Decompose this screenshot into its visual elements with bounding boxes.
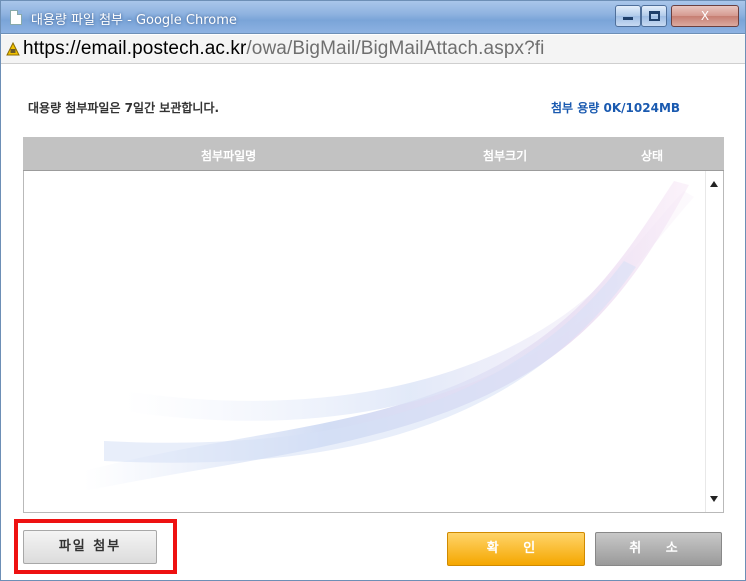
page-icon xyxy=(10,10,22,25)
maximize-icon xyxy=(648,11,660,21)
url-domain: https://email.postech.ac.kr xyxy=(23,38,247,59)
window-title: 대용량 파일 첨부 - Google Chrome xyxy=(31,13,237,28)
column-status: 상태 xyxy=(641,149,664,163)
url-path: /owa/BigMail/BigMailAttach.aspx?fi xyxy=(246,38,545,59)
scroll-down-arrow-icon[interactable] xyxy=(710,496,718,502)
background-swoosh-graphic xyxy=(84,181,694,491)
capacity-indicator: 첨부 용량 0K/1024MB xyxy=(551,101,681,115)
retention-notice: 대용량 첨부파일은 7일간 보관합니다. xyxy=(28,101,220,115)
url-text[interactable]: https://email.postech.ac.kr/owa/BigMail/… xyxy=(23,38,544,60)
maximize-button[interactable] xyxy=(641,5,667,27)
warning-lock-icon xyxy=(6,42,20,56)
minimize-button[interactable] xyxy=(615,5,641,27)
confirm-button[interactable]: 확 인 xyxy=(447,532,585,566)
minimize-icon xyxy=(623,17,633,20)
popup-window: 대용량 파일 첨부 - Google Chrome X https://emai… xyxy=(0,0,746,581)
column-filesize: 첨부크기 xyxy=(483,149,528,163)
scroll-up-arrow-icon[interactable] xyxy=(710,181,718,187)
column-filename: 첨부파일명 xyxy=(201,149,257,163)
title-bar[interactable]: 대용량 파일 첨부 - Google Chrome X xyxy=(1,1,745,34)
vertical-scrollbar[interactable] xyxy=(705,171,723,512)
cancel-button[interactable]: 취 소 xyxy=(595,532,722,566)
file-list[interactable] xyxy=(23,171,724,513)
attach-file-button[interactable]: 파일 첨부 xyxy=(23,530,157,564)
file-table-header: 첨부파일명 첨부크기 상태 xyxy=(23,137,724,171)
address-bar[interactable]: https://email.postech.ac.kr/owa/BigMail/… xyxy=(1,35,745,64)
close-button[interactable]: X xyxy=(671,5,739,27)
